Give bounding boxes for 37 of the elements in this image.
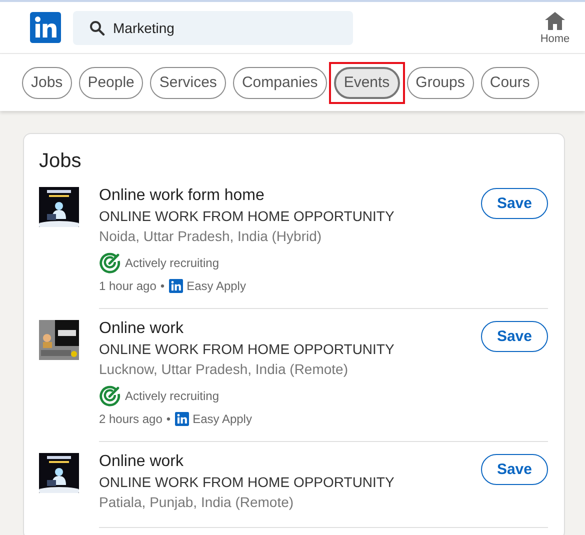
filter-chip[interactable]: Jobs — [22, 66, 72, 98]
save-button[interactable]: Save — [480, 188, 548, 219]
easy-apply-label: Easy Apply — [186, 279, 246, 293]
job-location: Lucknow, Uttar Pradesh, India (Remote) — [99, 360, 350, 379]
filter-chip[interactable]: Cours — [480, 66, 539, 98]
home-icon — [544, 10, 566, 30]
home-nav-item[interactable]: Home — [527, 10, 583, 44]
logo-icon — [174, 412, 189, 426]
posted-time: 1 hour ago — [99, 279, 156, 293]
search-icon — [89, 20, 105, 36]
company-name: ONLINE WORK FROM HOME OPPORTUNITY — [99, 340, 394, 359]
separator-dot: • — [166, 412, 171, 426]
target-icon — [99, 385, 121, 407]
save-button[interactable]: Save — [480, 321, 548, 352]
job-location: Patiala, Punjab, India (Remote) — [99, 493, 295, 512]
company-name: ONLINE WORK FROM HOME OPPORTUNITY — [99, 207, 394, 226]
filter-chip[interactable]: Groups — [406, 66, 474, 98]
job-title[interactable]: Online work form home — [99, 186, 394, 206]
posted-time: 2 hours ago — [99, 412, 162, 426]
filter-chip[interactable]: Services — [150, 66, 226, 98]
recruiting-status: Actively recruiting — [125, 256, 220, 270]
job-location: Noida, Uttar Pradesh, India (Hybrid) — [99, 227, 323, 246]
job-title[interactable]: Online work — [99, 452, 394, 472]
logo-icon[interactable] — [30, 12, 61, 43]
separator-dot: • — [160, 279, 165, 293]
save-button[interactable]: Save — [480, 454, 548, 485]
easy-apply-label: Easy Apply — [192, 412, 252, 426]
job-title[interactable]: Online work — [99, 319, 394, 339]
filter-chip[interactable]: Events — [334, 66, 400, 98]
logo-icon — [168, 279, 183, 293]
filter-chip[interactable]: People — [78, 66, 144, 98]
search-field[interactable]: Marketing — [73, 10, 353, 44]
filter-chip[interactable]: Companies — [232, 66, 327, 98]
target-icon — [99, 252, 121, 274]
company-name: ONLINE WORK FROM HOME OPPORTUNITY — [99, 473, 394, 492]
recruiting-status: Actively recruiting — [125, 389, 220, 403]
section-title: Jobs — [39, 150, 82, 173]
